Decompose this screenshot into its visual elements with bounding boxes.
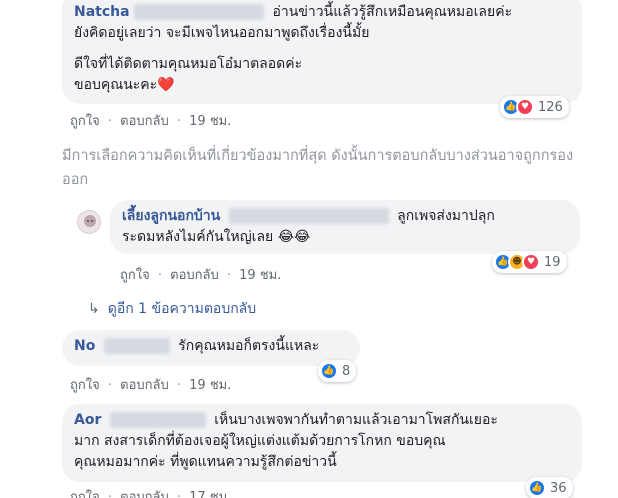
separator: ·	[176, 378, 182, 393]
commenter-name[interactable]: No	[74, 338, 95, 354]
reply-actions: ถูกใจ · ตอบกลับ · 19 ชม.	[120, 264, 285, 285]
like-link[interactable]: ถูกใจ	[120, 268, 150, 283]
separator: ·	[226, 268, 232, 283]
like-link[interactable]: ถูกใจ	[70, 490, 100, 498]
comment-text: อ่านข่าวนี้แล้วรู้สึกเหมือนคุณหมอเลยค่ะ	[272, 4, 513, 20]
reply-link[interactable]: ตอบกลับ	[120, 490, 169, 498]
heart-emoji: ❤️	[157, 77, 175, 93]
view-more-replies-label: ดูอีก 1 ข้อความตอบกลับ	[107, 301, 257, 317]
view-more-replies[interactable]: ↳ ดูอีก 1 ข้อความตอบกลับ	[88, 298, 256, 320]
timestamp[interactable]: 17 ชม.	[189, 490, 231, 498]
love-icon: ♥	[516, 98, 534, 116]
timestamp[interactable]: 19 ชม.	[189, 378, 231, 393]
love-icon: ♥	[522, 253, 540, 271]
comment-text: รักคุณหมอก็ตรงนี้แหละ	[178, 338, 320, 354]
comment-actions: ถูกใจ · ตอบกลับ · 19 ชม.	[70, 110, 235, 131]
reaction-summary[interactable]: 👍 ♥ 126	[500, 96, 569, 118]
reaction-count: 8	[342, 363, 351, 379]
like-icon: 👍	[320, 362, 338, 380]
like-link[interactable]: ถูกใจ	[70, 378, 100, 393]
timestamp[interactable]: 19 ชม.	[239, 268, 281, 283]
comment-text: ขอบคุณนะคะ	[74, 77, 158, 93]
redacted-name	[228, 208, 389, 224]
avatar-icon	[84, 215, 96, 227]
reply-arrow-icon: ↳	[88, 301, 100, 317]
separator: ·	[157, 268, 162, 283]
avatar[interactable]	[77, 210, 101, 234]
separator: ·	[176, 114, 182, 129]
timestamp[interactable]: 19 ชม.	[189, 114, 231, 129]
comment-bubble: Aor เห็นบางเพจพากันทำตามแล้วเอามาโพสกันเ…	[62, 404, 582, 482]
separator: ·	[176, 490, 182, 498]
comment-actions: ถูกใจ · ตอบกลับ · 17 ชม.	[70, 486, 235, 498]
comment-text: มาก สงสารเด็กที่ต้องเจอผู้ใหญ่แต่งแต้มด้…	[74, 433, 446, 449]
reaction-count: 36	[550, 480, 567, 496]
reply-bubble: เลี้ยงลูกนอกบ้าน ลูกเพจส่งมาปลุก ระดมหลั…	[110, 200, 580, 254]
comment-text: ดีใจที่ได้ติดตามคุณหมอโอ๋มาตลอดค่ะ	[74, 56, 303, 72]
comment-actions: ถูกใจ · ตอบกลับ · 19 ชม.	[70, 374, 235, 395]
separator: ·	[107, 114, 112, 129]
redacted-name	[103, 338, 170, 354]
redacted-name	[109, 412, 206, 428]
commenter-name[interactable]: เลี้ยงลูกนอกบ้าน	[122, 208, 220, 224]
comment-text: ลูกเพจส่งมาปลุก	[397, 208, 495, 224]
commenter-name[interactable]: Aor	[74, 412, 101, 428]
commenter-name[interactable]: Natcha	[74, 4, 130, 20]
comment-text: คุณหมอมากค่ะ ที่พูดแทนความรู้สึกต่อข่าวน…	[74, 454, 337, 470]
comment-bubble: Natcha อ่านข่าวนี้แล้วรู้สึกเหมือนคุณหมอ…	[62, 0, 582, 104]
comment-text: ระดมหลังไมค์กันใหญ่เลย	[122, 229, 274, 245]
reaction-summary[interactable]: 👍 36	[526, 477, 573, 498]
reaction-count: 126	[538, 99, 563, 115]
comment-text: ยังคิดอยู่เลยว่า จะมีเพจไหนออกมาพูดถึงเร…	[74, 25, 370, 41]
comment-bubble: No รักคุณหมอก็ตรงนี้แหละ	[62, 330, 360, 366]
reaction-summary[interactable]: 👍 ☻ ♥ 19	[492, 251, 567, 273]
comment-text: เห็นบางเพจพากันทำตามแล้วเอามาโพสกันเยอะ	[214, 412, 498, 428]
reply-link[interactable]: ตอบกลับ	[120, 378, 169, 393]
reaction-count: 19	[544, 254, 561, 270]
reply-link[interactable]: ตอบกลับ	[170, 268, 219, 283]
separator: ·	[107, 378, 112, 393]
reply-link[interactable]: ตอบกลับ	[120, 114, 169, 129]
separator: ·	[107, 490, 112, 498]
redacted-name	[134, 4, 265, 20]
like-link[interactable]: ถูกใจ	[70, 114, 100, 129]
like-icon: 👍	[528, 479, 546, 497]
filter-notice: มีการเลือกความคิดเห็นที่เกี่ยวข้องมากที่…	[62, 148, 574, 188]
reaction-summary[interactable]: 👍 8	[318, 360, 357, 382]
laugh-emoji: 😂😂	[277, 229, 311, 245]
